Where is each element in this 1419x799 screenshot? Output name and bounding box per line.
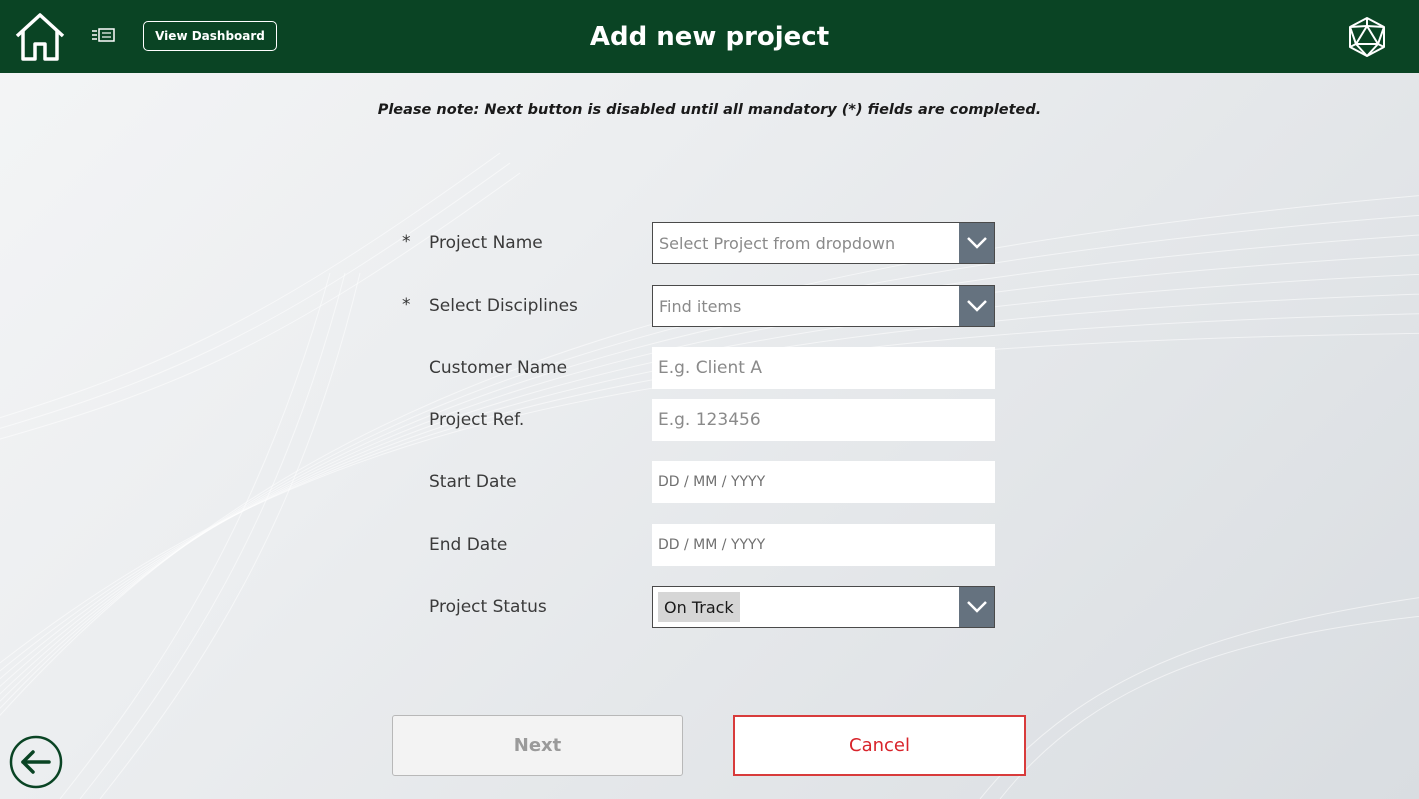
- customer-name-row: Customer Name: [0, 347, 1419, 391]
- chevron-down-icon[interactable]: [959, 286, 994, 326]
- customer-name-label: Customer Name: [429, 358, 568, 378]
- geodesic-logo-icon: [1346, 16, 1388, 58]
- end-date-field: [652, 524, 995, 566]
- project-status-row: Project Status On Track: [0, 586, 1419, 630]
- customer-name-field: [652, 347, 995, 389]
- disciplines-combobox[interactable]: [652, 285, 995, 327]
- disciplines-label: Select Disciplines: [429, 296, 578, 316]
- view-dashboard-button[interactable]: View Dashboard: [143, 21, 277, 51]
- project-ref-label: Project Ref.: [429, 410, 525, 430]
- project-ref-field: [652, 399, 995, 441]
- mandatory-fields-note: Please note: Next button is disabled unt…: [377, 102, 1042, 118]
- disciplines-row: * Select Disciplines: [0, 285, 1419, 329]
- disciplines-search-input[interactable]: [653, 286, 959, 326]
- home-icon[interactable]: [13, 12, 67, 62]
- start-date-field: [652, 461, 995, 503]
- project-status-value: On Track: [658, 592, 740, 622]
- start-date-label: Start Date: [429, 472, 517, 492]
- project-name-input[interactable]: [653, 223, 959, 263]
- project-status-label: Project Status: [429, 597, 547, 617]
- cancel-button[interactable]: Cancel: [733, 715, 1026, 776]
- top-bar: View Dashboard Add new project: [0, 0, 1419, 73]
- required-marker: *: [402, 295, 411, 315]
- back-arrow-icon[interactable]: [9, 735, 63, 789]
- chevron-down-icon[interactable]: [959, 223, 994, 263]
- project-status-dropdown[interactable]: On Track: [652, 586, 995, 628]
- end-date-label: End Date: [429, 535, 508, 555]
- project-name-row: * Project Name: [0, 222, 1419, 266]
- project-ref-input[interactable]: [652, 399, 995, 441]
- customer-name-input[interactable]: [652, 347, 995, 389]
- project-name-dropdown[interactable]: [652, 222, 995, 264]
- end-date-row: End Date: [0, 524, 1419, 568]
- list-menu-icon[interactable]: [90, 26, 116, 46]
- chevron-down-icon[interactable]: [959, 587, 994, 627]
- start-date-input[interactable]: [652, 461, 995, 503]
- project-ref-row: Project Ref.: [0, 399, 1419, 443]
- required-marker: *: [402, 232, 411, 252]
- project-name-label: Project Name: [429, 233, 543, 253]
- start-date-row: Start Date: [0, 461, 1419, 505]
- end-date-input[interactable]: [652, 524, 995, 566]
- next-button[interactable]: Next: [392, 715, 683, 776]
